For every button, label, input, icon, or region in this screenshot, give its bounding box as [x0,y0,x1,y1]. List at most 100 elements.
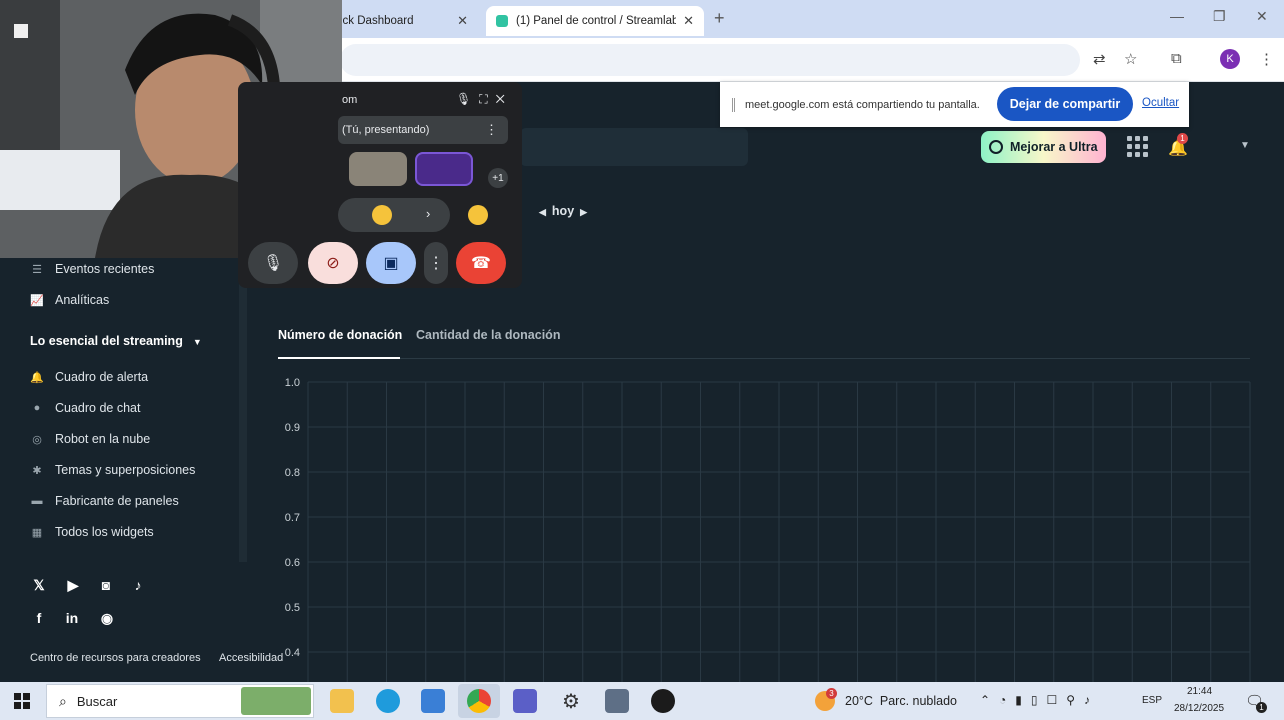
facebook-icon[interactable]: f [29,608,49,628]
search-placeholder: Buscar [76,693,118,709]
chart-y-tick-label: 0.8 [285,467,300,479]
search-icon: ⌕ [59,692,67,709]
sidebar-item-themes[interactable]: ✱ Temas y superposiciones [30,463,195,477]
reactions-bar [338,198,450,232]
next-date-icon[interactable]: ▶ [580,207,587,217]
new-tab-button[interactable]: + [714,8,725,29]
prev-date-icon[interactable]: ◀ [539,207,546,217]
sidebar-item-panel-maker[interactable]: ▬ Fabricante de paneles [30,494,179,508]
tab-title: (1) Panel de control / Streamlab [516,15,676,27]
participant-tile[interactable] [349,152,407,186]
account-dropdown-icon[interactable]: ▼ [1240,140,1250,151]
sidebar-item-label: Analíticas [55,293,110,307]
clock-time[interactable]: 21:44 [1187,686,1212,697]
tiktok-icon[interactable]: ♪ [128,575,148,595]
reactions-next-icon[interactable]: › [426,206,430,221]
file-explorer-icon[interactable] [330,689,354,713]
sidebar-item-alert-box[interactable]: 🔔 Cuadro de alerta [30,370,148,384]
more-call-options-icon[interactable]: ⋮ [424,242,448,284]
panels-icon: ▬ [31,495,43,507]
sidebar-item-recent-events[interactable]: ☰ Eventos recientes [30,262,154,276]
search-input[interactable] [520,128,748,166]
search-highlight-image [241,687,311,715]
clock-date[interactable]: 28/12/2025 [1174,703,1224,714]
chart-y-tick-label: 0.7 [285,512,300,524]
address-bar[interactable] [340,44,1080,76]
chart-y-tick-label: 0.4 [285,647,300,659]
tab-dashboard[interactable]: ick Dashboard ✕ [330,6,478,36]
close-tab-icon[interactable]: ✕ [683,13,694,29]
settings-gear-icon[interactable]: ⚙ [559,689,583,713]
share-screen-button[interactable]: ▣ [366,242,416,284]
mic-icon[interactable]: 🎙 [456,92,479,106]
x-icon[interactable]: 𝕏 [29,575,49,595]
tab-streamlabs[interactable]: (1) Panel de control / Streamlab ✕ [486,6,704,36]
edge-icon[interactable] [376,689,400,713]
mic-toggle-button[interactable]: 🎙 [248,242,298,284]
more-options-icon[interactable]: ⋮ [485,122,498,138]
sidebar-item-analytics[interactable]: 📈 Analíticas [30,293,109,307]
sidebar-item-chat-box[interactable]: ● Cuadro de chat [30,401,141,415]
sidebar-scrollbar[interactable] [239,252,247,562]
sidebar-item-label: Robot en la nube [55,432,151,446]
more-participants-badge[interactable]: +1 [488,168,508,188]
windows-start-icon[interactable] [14,693,30,709]
presenting-label: (Tú, presentando) [342,124,430,136]
emoji-picker-icon[interactable] [468,205,488,225]
streamlabs-app-icon[interactable] [651,689,675,713]
instagram-icon[interactable]: ◙ [96,575,116,595]
astonished-emoji-icon[interactable] [372,205,392,225]
restore-icon[interactable]: ❐ [1213,8,1226,25]
screen-share-banner: meet.google.com está compartiendo tu pan… [720,82,1189,127]
profile-avatar[interactable]: K [1220,49,1240,69]
drag-handle-icon[interactable] [732,97,735,112]
sidebar-item-label: Todos los widgets [55,525,154,539]
close-tab-icon[interactable]: ✕ [457,13,468,29]
tabs-divider [278,358,1250,359]
discord-icon[interactable]: ◉ [97,608,117,628]
chrome-icon[interactable] [467,689,491,713]
date-navigator: ◀ hoy ▶ [533,204,593,218]
extensions-icon[interactable]: ⧉ [1171,50,1182,67]
system-tray-icons[interactable]: ⌃◔▮▯☐⚲♪ [980,693,1099,707]
sidebar-item-label: Temas y superposiciones [55,463,196,477]
sidebar-item-all-widgets[interactable]: ▦ Todos los widgets [30,525,154,539]
teams-icon[interactable] [513,689,537,713]
chat-icon: ● [33,402,41,414]
translate-icon[interactable]: ⇄ [1093,50,1106,68]
stop-sharing-button[interactable]: Dejar de compartir [997,87,1133,121]
meet-panel-title: om [342,94,358,106]
tab-title: ick Dashboard [340,15,414,27]
sidebar-item-label: Cuadro de chat [55,401,141,415]
apps-grid-icon[interactable] [1127,136,1148,157]
hide-banner-link[interactable]: Ocultar [1142,97,1179,109]
expand-icon[interactable]: ⛶ [479,92,495,106]
section-title: Lo esencial del streaming [30,334,183,348]
outlook-icon[interactable] [421,689,445,713]
close-window-icon[interactable]: ✕ [1256,8,1268,25]
upgrade-ultra-button[interactable]: Mejorar a Ultra [981,131,1106,163]
linkedin-icon[interactable]: in [62,608,82,628]
sidebar-section-streaming-essentials[interactable]: Lo esencial del streaming ▼ [30,334,202,348]
creator-resources-link[interactable]: Centro de recursos para creadores [30,652,201,664]
windows-taskbar: ⌕ Buscar ⚙ 3 20°C Parc. nublado ⌃◔▮▯☐⚲♪ … [0,682,1284,720]
language-indicator[interactable]: ESP [1142,695,1162,706]
browser-menu-icon[interactable]: ⋮ [1259,50,1274,68]
minimize-icon[interactable]: — [1170,8,1184,24]
participant-tile-presenting[interactable] [415,152,473,186]
list-icon: ☰ [32,263,42,276]
analytics-icon: 📈 [30,294,44,307]
end-call-button[interactable]: ☎ [456,242,506,284]
tab-donation-amount[interactable]: Cantidad de la donación [416,328,560,342]
taskbar-search-input[interactable]: ⌕ Buscar [46,684,314,718]
bell-icon: 🔔 [30,371,44,384]
bookmark-star-icon[interactable]: ☆ [1124,50,1137,68]
share-notice-text: meet.google.com está compartiendo tu pan… [745,98,980,111]
youtube-icon[interactable]: ▶ [63,575,83,595]
sidebar-item-cloudbot[interactable]: ◎ Robot en la nube [30,432,150,446]
close-icon[interactable]: ✕ [496,92,513,106]
weather-text[interactable]: 20°C Parc. nublado [845,694,957,708]
camera-off-button[interactable]: ⊘ [308,242,358,284]
tab-donation-count[interactable]: Número de donación [278,328,402,342]
camera-app-icon[interactable] [605,689,629,713]
